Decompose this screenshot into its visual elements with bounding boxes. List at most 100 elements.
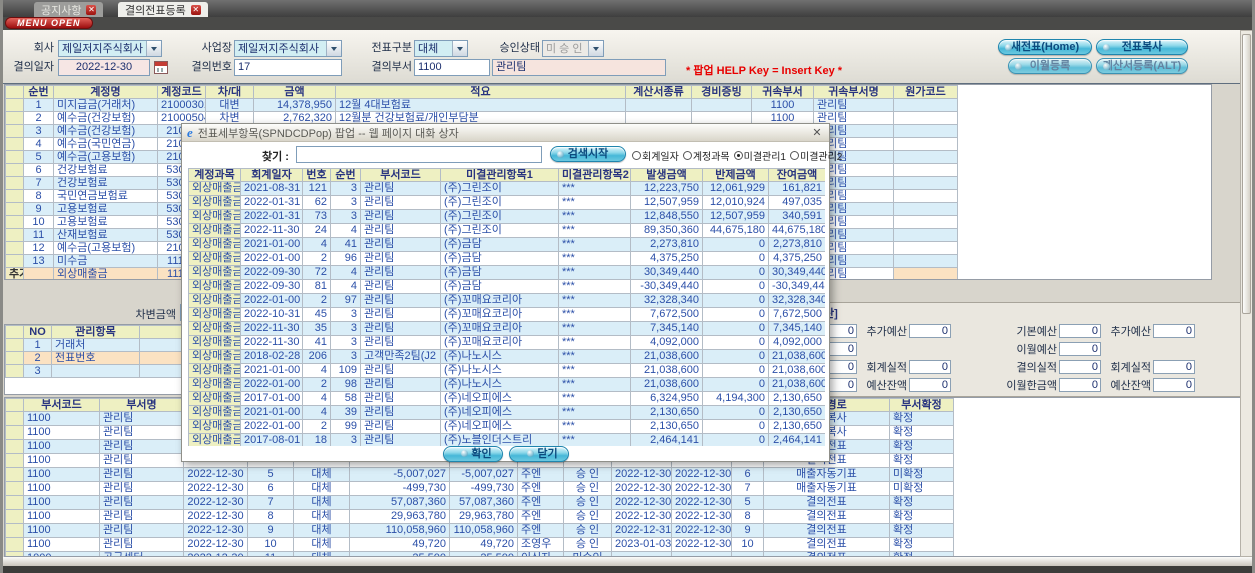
confirm-button[interactable]: 확인 bbox=[442, 446, 503, 462]
cell-cost-code[interactable] bbox=[893, 267, 958, 279]
search-start-button[interactable]: 검색시작 bbox=[550, 146, 626, 162]
row-selector[interactable] bbox=[5, 453, 24, 468]
row-selector[interactable] bbox=[5, 98, 24, 112]
table-row[interactable]: 1100 관리팀 2022-12-30 5 대체 -5,007,027 -5,0… bbox=[5, 467, 954, 482]
row-selector[interactable] bbox=[5, 137, 24, 151]
table-row[interactable]: 1100 관리팀 2022-12-30 9 대체 110,058,960 110… bbox=[5, 523, 954, 538]
row-selector[interactable] bbox=[5, 425, 24, 440]
row-selector[interactable] bbox=[5, 495, 24, 510]
table-row[interactable]: 1100 관리팀 2022-12-30 8 대체 29,963,780 29,9… bbox=[5, 509, 954, 524]
row-selector[interactable] bbox=[5, 228, 24, 242]
budget-value-field[interactable]: 0 bbox=[909, 378, 951, 392]
table-row[interactable]: 1100 관리팀 2022-12-30 6 대체 -499,730 -499,7… bbox=[5, 481, 954, 496]
row-selector[interactable] bbox=[5, 351, 24, 365]
budget-value-field[interactable]: 0 bbox=[1059, 360, 1101, 374]
new-voucher-button[interactable]: 새전표(Home) bbox=[998, 39, 1092, 55]
tab-voucher-entry[interactable]: 결의전표등록 ✕ bbox=[118, 2, 208, 17]
table-row[interactable]: 외상매출금 2022-09-30 72 4 관리팀 (주)금담 *** 30,3… bbox=[188, 265, 825, 280]
table-row[interactable]: 외상매출금 2022-10-31 45 3 관리팀 (주)꼬매요코리아 *** … bbox=[188, 307, 825, 322]
table-row[interactable]: 외상매출금 2022-01-00 2 98 관리팀 (주)나노시스 *** 21… bbox=[188, 377, 825, 392]
row-selector[interactable] bbox=[5, 481, 24, 496]
row-selector[interactable] bbox=[5, 338, 24, 352]
table-row[interactable]: 외상매출금 2017-01-00 4 58 관리팀 (주)네오피에스 *** 6… bbox=[188, 391, 825, 406]
close-icon[interactable]: ✕ bbox=[190, 4, 201, 15]
table-row[interactable]: 외상매출금 2017-08-01 18 3 관리팀 (주)노블인더스트리 ***… bbox=[188, 433, 825, 446]
invoice-register-button[interactable]: 계산서등록(ALT) bbox=[1096, 58, 1188, 74]
dept-code-input[interactable]: 1100 bbox=[414, 59, 490, 76]
cell-cost-code bbox=[893, 124, 958, 138]
table-row[interactable]: 1 미지급금(거래처) 21000301 대변 14,378,950 12월 4… bbox=[5, 98, 958, 112]
table-row[interactable]: 외상매출금 2021-01-00 4 41 관리팀 (주)금담 *** 2,27… bbox=[188, 237, 825, 252]
site-select[interactable]: 제일저지주식회사 bbox=[234, 40, 342, 57]
radio-open-item-1[interactable]: 미결관리1 bbox=[733, 148, 786, 163]
cell-seq: 4 bbox=[330, 223, 361, 238]
date-input[interactable]: 2022-12-30 bbox=[58, 59, 150, 76]
row-selector[interactable] bbox=[5, 439, 24, 454]
table-row[interactable]: 외상매출금 2022-01-00 2 99 관리팀 (주)네오피에스 *** 2… bbox=[188, 419, 825, 434]
budget-value-field[interactable]: 0 bbox=[1153, 324, 1195, 338]
budget-label: 추가예산 bbox=[1110, 326, 1151, 338]
chevron-down-icon[interactable] bbox=[588, 41, 603, 56]
company-select[interactable]: 제일저지주식회사 bbox=[58, 40, 162, 57]
table-row[interactable]: 외상매출금 2022-01-31 73 3 관리팀 (주)그린조이 *** 12… bbox=[188, 209, 825, 224]
calendar-icon[interactable] bbox=[154, 61, 168, 74]
close-button[interactable]: 닫기 bbox=[508, 446, 569, 462]
chevron-down-icon[interactable] bbox=[452, 41, 467, 56]
chevron-down-icon[interactable] bbox=[146, 41, 161, 56]
row-selector[interactable] bbox=[5, 364, 24, 378]
budget-value-field[interactable]: 0 bbox=[909, 360, 951, 374]
row-selector[interactable] bbox=[5, 523, 24, 538]
tab-notice[interactable]: 공지사항 ✕ bbox=[34, 2, 104, 17]
row-selector[interactable] bbox=[5, 150, 24, 164]
search-input[interactable] bbox=[296, 146, 542, 163]
budget-value-field[interactable]: 0 bbox=[1059, 324, 1101, 338]
close-icon[interactable]: ✕ bbox=[86, 4, 97, 15]
radio-open-item-2[interactable]: 미결관리2 bbox=[790, 148, 842, 163]
row-selector[interactable] bbox=[5, 509, 24, 524]
row-selector[interactable] bbox=[5, 124, 24, 138]
popup-title-bar[interactable]: e 전표세부항목(SPNDCDPop) 팝업 -- 웹 페이지 대화 상자 ✕ bbox=[182, 124, 829, 142]
table-row[interactable]: 외상매출금 2018-02-28 206 3 고객만족2팀(J2 (주)나노시스… bbox=[188, 349, 825, 364]
radio-account-name[interactable]: 계정과목 bbox=[682, 148, 730, 163]
close-icon[interactable]: ✕ bbox=[810, 126, 824, 139]
row-selector[interactable] bbox=[5, 176, 24, 190]
approval-status-select[interactable]: 미 승 인 bbox=[542, 40, 604, 57]
budget-value-field[interactable]: 0 bbox=[1153, 360, 1195, 374]
row-selector[interactable] bbox=[5, 202, 24, 216]
table-row[interactable]: 1100 관리팀 2022-12-30 7 대체 57,087,360 57,0… bbox=[5, 495, 954, 510]
row-selector[interactable] bbox=[5, 241, 24, 255]
table-row[interactable]: 외상매출금 2022-11-30 24 4 관리팀 (주)그린조이 *** 89… bbox=[188, 223, 825, 238]
table-row[interactable]: 외상매출금 2022-11-30 41 3 관리팀 (주)꼬매요코리아 *** … bbox=[188, 335, 825, 350]
chevron-down-icon[interactable] bbox=[326, 41, 341, 56]
row-selector[interactable] bbox=[5, 111, 24, 125]
scrollbar-thumb[interactable] bbox=[1242, 34, 1251, 314]
row-selector[interactable] bbox=[5, 537, 24, 552]
table-row[interactable]: 외상매출금 2021-01-00 4 109 관리팀 (주)나노시스 *** 2… bbox=[188, 363, 825, 378]
table-row[interactable]: 1100 관리팀 2022-12-30 10 대체 49,720 49,720 … bbox=[5, 537, 954, 552]
table-row[interactable]: 외상매출금 2022-01-31 62 3 관리팀 (주)그린조이 *** 12… bbox=[188, 195, 825, 210]
no-input[interactable]: 17 bbox=[234, 59, 342, 76]
table-row[interactable]: 외상매출금 2022-01-00 2 97 관리팀 (주)꼬매요코리아 *** … bbox=[188, 293, 825, 308]
budget-value-field[interactable]: 0 bbox=[1059, 342, 1101, 356]
row-selector[interactable] bbox=[5, 467, 24, 482]
carryover-button[interactable]: 이월등록 bbox=[1008, 58, 1092, 74]
row-selector[interactable] bbox=[5, 411, 24, 426]
budget-value-field[interactable]: 0 bbox=[909, 324, 951, 338]
row-selector[interactable] bbox=[5, 189, 24, 203]
table-row[interactable]: 외상매출금 2021-08-31 121 3 관리팀 (주)그린조이 *** 1… bbox=[188, 181, 825, 196]
budget-value-field[interactable]: 0 bbox=[1059, 378, 1101, 392]
table-row[interactable]: 외상매출금 2022-01-00 2 96 관리팀 (주)금담 *** 4,37… bbox=[188, 251, 825, 266]
slip-type-select[interactable]: 대체 bbox=[414, 40, 468, 57]
row-selector[interactable] bbox=[5, 163, 24, 177]
row-selector[interactable] bbox=[5, 254, 24, 268]
row-selector[interactable] bbox=[5, 215, 24, 229]
cell-account-name[interactable]: 외상매출금 bbox=[53, 267, 158, 279]
row-selector[interactable]: 추가 bbox=[5, 267, 24, 279]
table-row[interactable]: 외상매출금 2021-01-00 4 39 관리팀 (주)네오피에스 *** 2… bbox=[188, 405, 825, 420]
radio-account-date[interactable]: 회계일자 bbox=[632, 148, 679, 163]
budget-value-field[interactable]: 0 bbox=[1153, 378, 1195, 392]
copy-voucher-button[interactable]: 전표복사 bbox=[1096, 39, 1188, 55]
table-row[interactable]: 외상매출금 2022-09-30 81 4 관리팀 (주)금담 *** -30,… bbox=[188, 279, 825, 294]
menu-open-button[interactable]: MENU OPEN bbox=[5, 17, 93, 29]
table-row[interactable]: 외상매출금 2022-11-30 35 3 관리팀 (주)꼬매요코리아 *** … bbox=[188, 321, 825, 336]
